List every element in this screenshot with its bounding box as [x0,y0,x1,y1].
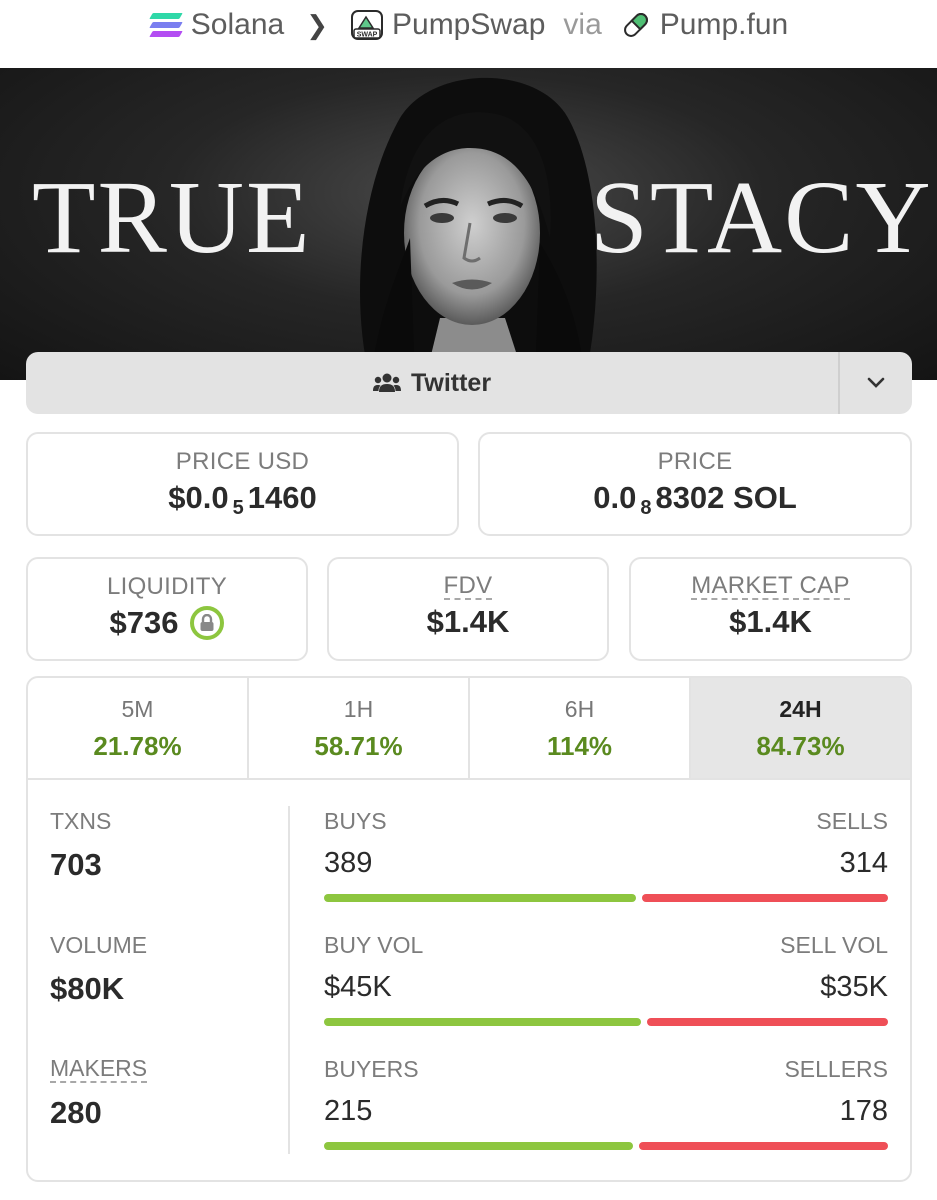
fdv-value: $1.4K [426,604,510,640]
price-usd-digits: 1460 [247,480,317,515]
buyers-sellers-split: BUYERS SELLERS 215 178 [324,1056,888,1180]
split-column: BUYS SELLS 389 314 BUY VOL SELL VOL $45K… [324,808,888,1180]
liquidity-value-row: $736 [28,605,306,641]
sell-vol-label: SELL VOL [780,932,888,958]
liquidity-card: LIQUIDITY $736 [26,557,308,661]
price-native-card: PRICE 0.0 8 8302 SOL [478,432,912,536]
price-usd-value: $0.0 5 1460 [28,480,457,519]
tab-label: 5M [121,696,154,722]
volume-stat: VOLUME $80K [50,932,280,1056]
price-usd-zero-count: 5 [232,496,244,519]
buyers-value: 215 [324,1095,373,1127]
sell-bar-segment [647,1018,888,1026]
token-banner: TRUE STACY [0,68,937,380]
swap-badge-text: SWAP [357,32,378,39]
users-icon [372,373,401,392]
txns-stat: TXNS 703 [50,808,280,932]
buys-value: 389 [324,847,373,879]
market-cap-label[interactable]: MARKET CAP [691,573,850,601]
chevron-down-icon [867,377,885,388]
fdv-label[interactable]: FDV [443,573,493,601]
buy-vol-label: BUY VOL [324,932,424,958]
twitter-button[interactable]: Twitter [26,352,838,414]
chain-link[interactable]: Solana [149,8,284,42]
liquidity-value: $736 [109,605,179,640]
price-usd-prefix: $0.0 [168,480,229,515]
sells-value: 314 [839,847,888,879]
sell-bar-segment [638,1142,888,1150]
price-native-label: PRICE [657,448,733,475]
volume-bar [324,1018,888,1026]
volume-value: $80K [50,971,125,1006]
volume-label: VOLUME [50,932,148,958]
twitter-label: Twitter [410,368,492,397]
buy-bar-segment [324,894,636,902]
sellers-value: 178 [839,1095,888,1127]
dex-link[interactable]: SWAP PumpSwap [350,8,545,42]
pumpswap-icon: SWAP [351,10,383,40]
chain-label: Solana [190,8,285,41]
tab-change: 84.73% [756,731,845,761]
price-native-digits: 8302 SOL [655,480,797,515]
via-label: via [563,8,602,41]
lock-icon[interactable] [190,606,225,640]
banner-word-right: STACY [590,160,933,275]
trading-stats-panel: 5M 21.78% 1H 58.71% 6H 114% 24H 84.73% T… [26,676,912,1182]
tab-6h[interactable]: 6H 114% [470,678,691,778]
tab-24h[interactable]: 24H 84.73% [691,678,910,778]
sellers-label: SELLERS [784,1056,888,1082]
price-native-prefix: 0.0 [593,480,637,515]
tab-label: 6H [564,696,595,722]
timeframe-tabs: 5M 21.78% 1H 58.71% 6H 114% 24H 84.73% [28,678,910,780]
tab-1h[interactable]: 1H 58.71% [249,678,470,778]
market-cap-value: $1.4K [729,604,812,640]
buyers-sellers-bar [324,1142,888,1150]
sell-vol-value: $35K [820,971,888,1003]
portrait-image [360,77,597,380]
buy-vol-value: $45K [324,971,392,1003]
volume-split: BUY VOL SELL VOL $45K $35K [324,932,888,1056]
tab-change: 21.78% [93,731,182,761]
social-links-bar: Twitter [26,352,912,414]
makers-label[interactable]: MAKERS [50,1055,148,1084]
price-usd-card: PRICE USD $0.0 5 1460 [26,432,459,536]
tab-5m[interactable]: 5M 21.78% [28,678,249,778]
solana-icon [149,12,183,38]
tab-label: 24H [779,696,822,722]
price-native-zero-count: 8 [640,496,652,519]
column-divider [288,806,290,1154]
launchpad-link[interactable]: Pump.fun [620,8,788,42]
pill-icon [623,13,648,37]
buys-sells-bar [324,894,888,902]
market-cap-card: MARKET CAP $1.4K [629,557,912,661]
makers-value: 280 [50,1095,102,1131]
buy-bar-segment [324,1142,633,1150]
buys-label: BUYS [324,808,387,834]
buys-sells-split: BUYS SELLS 389 314 [324,808,888,932]
buy-bar-segment [324,1018,642,1026]
price-usd-label: PRICE USD [175,448,310,475]
tab-label: 1H [343,696,374,722]
txns-value: 703 [50,847,102,882]
sell-bar-segment [641,894,888,902]
txns-label: TXNS [50,808,112,834]
buyers-label: BUYERS [324,1056,419,1082]
chevron-right-icon: ❯ [306,9,328,40]
social-dropdown-button[interactable] [838,352,912,414]
launchpad-label: Pump.fun [659,8,789,41]
tab-change: 58.71% [314,731,403,761]
makers-stat: MAKERS 280 [50,1055,280,1180]
breadcrumb: Solana ❯ SWAP PumpSwap via Pump.fun [0,0,937,50]
liquidity-label: LIQUIDITY [106,573,228,600]
dex-label: PumpSwap [392,8,546,41]
totals-column: TXNS 703 VOLUME $80K MAKERS 280 [50,808,280,1180]
sells-label: SELLS [816,808,888,834]
banner-word-left: TRUE [32,160,312,275]
price-native-value: 0.0 8 8302 SOL [480,480,910,519]
tab-change: 114% [546,731,613,761]
fdv-card: FDV $1.4K [327,557,609,661]
